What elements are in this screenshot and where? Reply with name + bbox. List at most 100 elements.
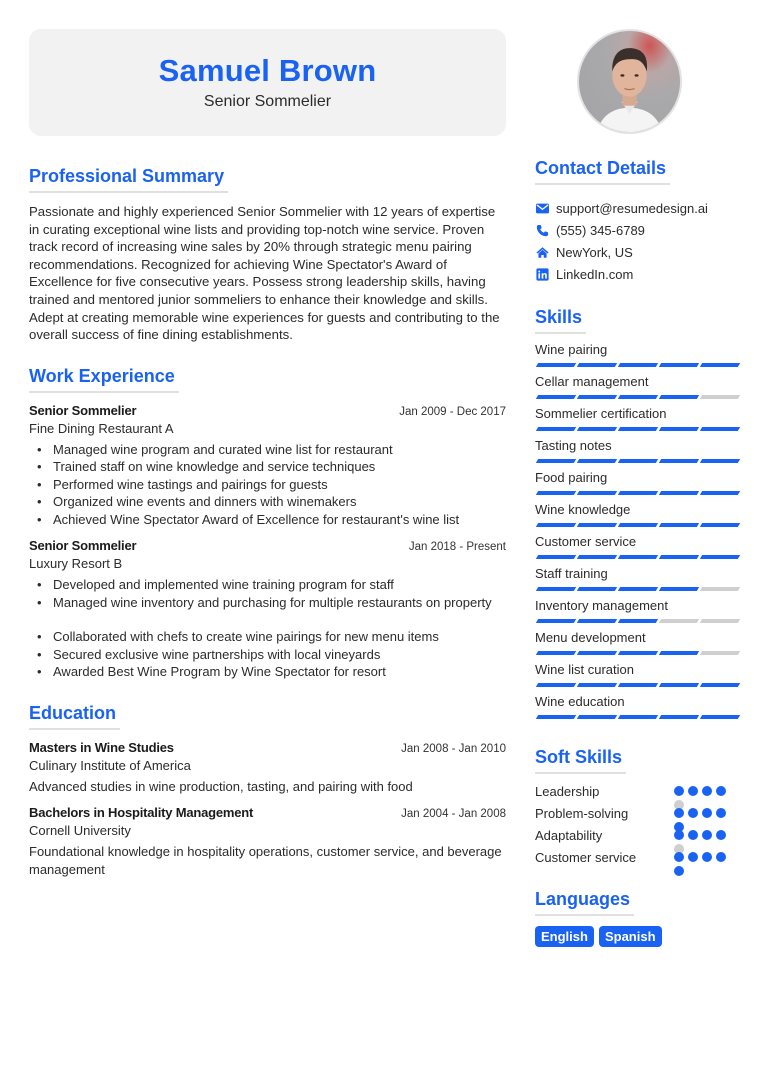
skill-segment-filled (658, 459, 700, 463)
skill-segment-filled (535, 555, 577, 559)
skill-segment-filled (617, 523, 659, 527)
skill-item: Tasting notes (535, 437, 741, 463)
skill-level-bar (535, 587, 741, 591)
skill-segment-filled (535, 715, 577, 719)
soft-skill-item: Customer service (535, 850, 740, 876)
bullet-item: Organized wine events and dinners with w… (29, 493, 506, 511)
rating-dot-filled (688, 808, 698, 818)
contact-location: NewYork, US (535, 241, 740, 263)
skill-segment-filled (617, 491, 659, 495)
skill-segment-filled (576, 555, 618, 559)
skill-segment-filled (617, 427, 659, 431)
education-dates: Jan 2004 - Jan 2008 (401, 808, 506, 821)
job-bullets: Collaborated with chefs to create wine p… (29, 628, 506, 681)
education-description: Advanced studies in wine production, tas… (29, 778, 413, 794)
skill-segment-filled (617, 363, 659, 367)
rating-dot-filled (716, 786, 726, 796)
skill-segment-filled (576, 363, 618, 367)
section-title-soft-skills: Soft Skills (535, 747, 627, 774)
education-entry: Bachelors in Hospitality Management Jan … (29, 805, 506, 878)
skill-segment-filled (576, 587, 618, 591)
skill-segment-empty (699, 395, 741, 399)
skill-segment-filled (699, 715, 741, 719)
skill-segment-filled (658, 651, 700, 655)
skill-segment-filled (699, 555, 741, 559)
soft-skill-item: Adaptability (535, 828, 740, 854)
contact-email[interactable]: support@resumedesign.ai (535, 197, 740, 219)
soft-skill-item: Leadership (535, 784, 740, 810)
job-company: Luxury Resort B (29, 556, 123, 572)
sidebar: Contact Details support@resumedesign.ai … (535, 158, 741, 947)
skill-segment-filled (617, 459, 659, 463)
rating-dot-filled (702, 830, 712, 840)
skill-level-bar (535, 491, 741, 495)
skill-segment-filled (658, 523, 700, 527)
skill-segment-filled (535, 651, 577, 655)
skill-item: Wine list curation (535, 661, 741, 687)
rating-dot-filled (688, 786, 698, 796)
skill-item: Inventory management (535, 597, 741, 623)
skill-segment-filled (576, 523, 618, 527)
skill-segment-empty (699, 587, 741, 591)
skill-level-bar (535, 555, 741, 559)
contact-location-text: NewYork, US (556, 244, 633, 260)
skill-item: Food pairing (535, 469, 741, 495)
skill-name: Sommelier certification (535, 406, 667, 421)
skill-segment-filled (535, 491, 577, 495)
education-entry: Masters in Wine Studies Jan 2008 - Jan 2… (29, 740, 506, 796)
skill-item: Cellar management (535, 373, 741, 399)
language-tag: English (535, 926, 594, 947)
skill-level-bar (535, 363, 741, 367)
rating-dot-filled (716, 852, 726, 862)
bullet-item: Managed wine program and curated wine li… (29, 441, 506, 459)
skill-name: Staff training (535, 566, 608, 581)
job-dates: Jan 2009 - Dec 2017 (399, 405, 506, 418)
bullet-item: Collaborated with chefs to create wine p… (29, 628, 506, 646)
skill-segment-filled (576, 491, 618, 495)
education-dates: Jan 2008 - Jan 2010 (401, 742, 506, 755)
skill-segment-filled (576, 651, 618, 655)
skill-segment-filled (658, 491, 700, 495)
skill-segment-filled (699, 363, 741, 367)
skill-segment-filled (535, 523, 577, 527)
skill-segment-filled (617, 715, 659, 719)
rating-dot-filled (674, 808, 684, 818)
skill-segment-filled (535, 683, 577, 687)
skill-segment-filled (576, 683, 618, 687)
soft-skill-rating (674, 830, 730, 854)
section-title-education: Education (29, 703, 121, 730)
profile-photo (577, 29, 682, 134)
skill-level-bar (535, 427, 741, 431)
skill-segment-filled (576, 395, 618, 399)
home-icon (535, 245, 549, 259)
section-title-contact: Contact Details (535, 158, 671, 185)
soft-skill-rating (674, 852, 730, 876)
skill-segment-filled (699, 459, 741, 463)
skill-segment-filled (699, 491, 741, 495)
bullet-item: Awarded Best Wine Program by Wine Specta… (29, 663, 506, 681)
rating-dot-filled (674, 852, 684, 862)
summary-text: Passionate and highly experienced Senior… (29, 204, 500, 343)
skill-name: Cellar management (535, 374, 649, 389)
skill-name: Wine list curation (535, 662, 634, 677)
section-title-summary: Professional Summary (29, 166, 229, 193)
skill-item: Wine knowledge (535, 501, 741, 527)
contact-linkedin[interactable]: LinkedIn.com (535, 263, 740, 285)
rating-dot-filled (702, 786, 712, 796)
skill-segment-filled (576, 619, 618, 623)
skill-segment-filled (576, 715, 618, 719)
job-entry: Senior Sommelier Jan 2009 - Dec 2017 Fin… (29, 403, 506, 529)
language-tag: Spanish (598, 926, 662, 947)
skill-segment-filled (699, 427, 741, 431)
skill-item: Menu development (535, 629, 741, 655)
contact-phone[interactable]: (555) 345-6789 (535, 219, 740, 241)
skill-segment-filled (699, 523, 741, 527)
skill-name: Customer service (535, 534, 637, 549)
skill-level-bar (535, 651, 741, 655)
skill-segment-filled (658, 395, 700, 399)
rating-dot-filled (674, 866, 684, 876)
soft-skill-name: Problem-solving (535, 806, 629, 821)
contact-linkedin-text: LinkedIn.com (556, 266, 634, 282)
header-card: Samuel Brown Senior Sommelier (29, 29, 506, 136)
skill-level-bar (535, 619, 741, 623)
